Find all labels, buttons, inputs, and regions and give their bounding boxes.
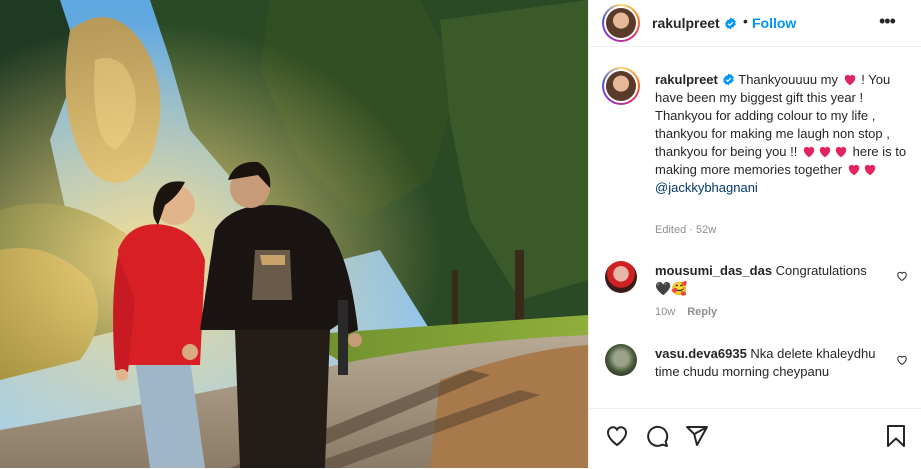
caption-text-1: Thankyouuuu my <box>738 72 838 87</box>
red-heart-emoji <box>864 164 876 176</box>
red-heart-emoji <box>835 146 847 158</box>
heart-outline-icon[interactable] <box>605 424 629 448</box>
separator-dot: • <box>743 13 748 29</box>
comment-like-heart-icon[interactable] <box>896 354 908 366</box>
caption-username[interactable]: rakulpreet <box>655 72 718 87</box>
reply-button[interactable]: Reply <box>687 306 717 318</box>
bookmark-icon[interactable] <box>885 424 907 448</box>
comment-emoji: 🖤🥰 <box>655 281 688 296</box>
verified-badge-icon <box>724 17 736 30</box>
post-header: rakulpreet • Follow ••• <box>589 0 921 47</box>
instagram-post: rakulpreet • Follow ••• rakulpreet Thank… <box>0 0 921 468</box>
avatar-photo <box>606 71 636 101</box>
post-action-bar <box>589 408 921 469</box>
verified-badge-icon <box>723 73 734 86</box>
follow-button[interactable]: Follow <box>752 15 796 31</box>
paper-plane-icon[interactable] <box>685 424 709 448</box>
author-avatar[interactable] <box>602 4 640 42</box>
author-username[interactable]: rakulpreet <box>652 15 737 31</box>
post-side-panel: rakulpreet • Follow ••• rakulpreet Thank… <box>588 0 921 468</box>
caption-author-avatar[interactable] <box>602 67 640 105</box>
mention-link[interactable]: @jackkybhagnani <box>655 180 758 195</box>
edited-timestamp: Edited · 52w <box>655 224 717 236</box>
commenter-avatar[interactable] <box>605 344 637 376</box>
more-options-icon[interactable]: ••• <box>879 11 896 32</box>
comment-text: Congratulations <box>775 263 867 278</box>
comment-body: vasu.deva6935 Nka delete khaleydhu time … <box>655 345 895 381</box>
comment-body: mousumi_das_das Congratulations 🖤🥰 <box>655 262 895 298</box>
comment-meta: 10w Reply <box>655 306 717 318</box>
post-caption: rakulpreet Thankyouuuu my ! You have bee… <box>655 71 915 197</box>
red-heart-emoji <box>844 74 855 86</box>
comment-bubble-icon[interactable] <box>645 424 669 448</box>
red-heart-emoji <box>848 164 860 176</box>
photo-couple-walking-in-park <box>0 0 588 468</box>
commenter-username[interactable]: vasu.deva6935 <box>655 346 747 361</box>
commenter-avatar[interactable] <box>605 261 637 293</box>
red-heart-emoji <box>803 146 815 158</box>
commenter-username[interactable]: mousumi_das_das <box>655 263 772 278</box>
avatar-photo <box>606 8 636 38</box>
comment-age: 10w <box>655 306 676 318</box>
post-photo[interactable] <box>0 0 588 468</box>
red-heart-emoji <box>819 146 831 158</box>
comment-like-heart-icon[interactable] <box>896 270 908 282</box>
